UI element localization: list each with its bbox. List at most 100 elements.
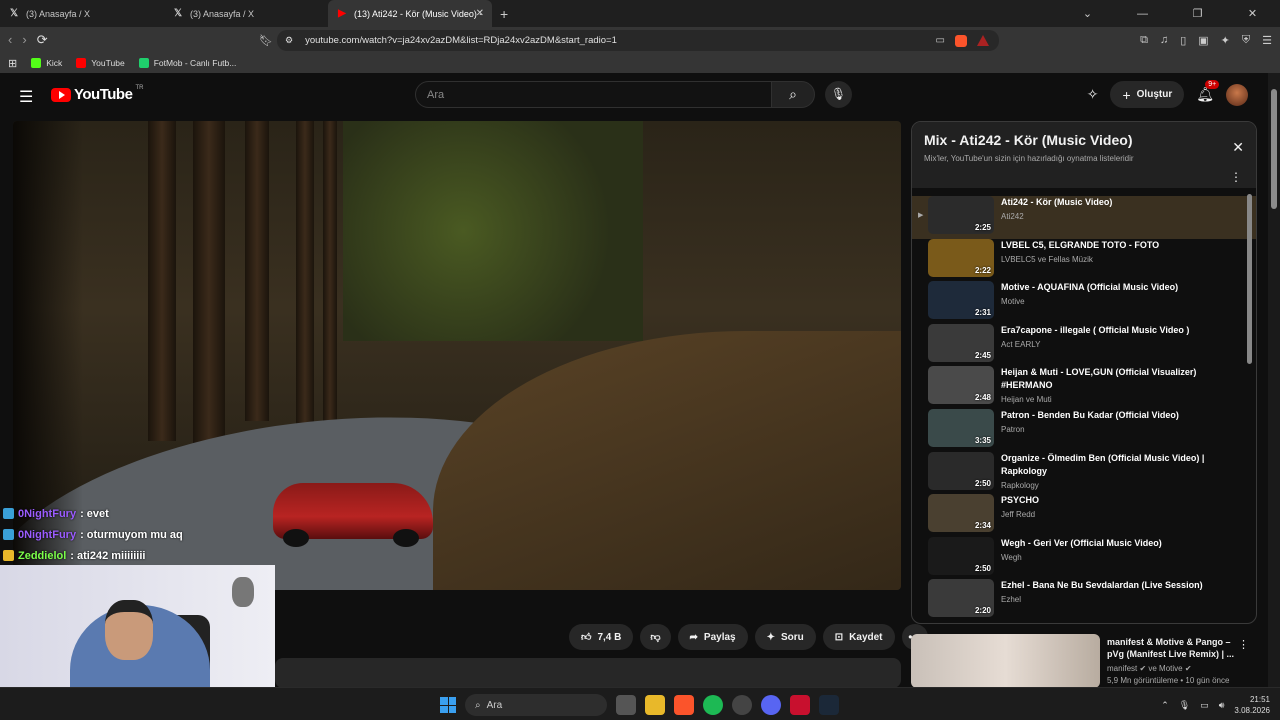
- brave-shield-icon[interactable]: [955, 34, 967, 47]
- playlist-item[interactable]: 2:50 Wegh - Geri Ver (Official Music Vide…: [912, 536, 1256, 580]
- close-icon[interactable]: ✕: [1232, 139, 1244, 156]
- bookmark-youtube[interactable]: YouTube: [76, 58, 125, 68]
- close-icon[interactable]: ✕: [476, 8, 484, 19]
- wallet-icon[interactable]: ▣: [1198, 34, 1208, 47]
- playlist-item-title[interactable]: Era7capone - illegale ( Official Music V…: [1001, 324, 1241, 337]
- discord-icon[interactable]: [761, 695, 781, 715]
- reload-icon[interactable]: ⟳: [37, 32, 48, 48]
- voice-search-button[interactable]: 🎙︎: [825, 81, 852, 108]
- save-button[interactable]: ⊡ Kaydet: [822, 624, 895, 650]
- playlist-title[interactable]: Mix - Ati242 - Kör (Music Video): [924, 132, 1244, 148]
- site-info-icon[interactable]: ⚙: [285, 35, 293, 46]
- recommended-video[interactable]: manifest & Motive & Pango – pVg (Manifes…: [911, 634, 1257, 688]
- network-icon[interactable]: ▭: [1200, 700, 1209, 711]
- dislike-button[interactable]: 👎︎: [640, 624, 671, 650]
- playlist-thumbnail[interactable]: 2:50: [928, 536, 994, 575]
- playlist-item[interactable]: 3:35 Patron - Benden Bu Kadar (Official V…: [912, 408, 1256, 452]
- minimize-icon[interactable]: —: [1115, 8, 1170, 20]
- playlist-thumbnail[interactable]: 2:48: [928, 366, 994, 405]
- restore-icon[interactable]: ❐: [1170, 7, 1225, 20]
- new-tab-button[interactable]: +: [500, 6, 508, 22]
- playlist-item[interactable]: 2:34 PSYCHO Jeff Redd: [912, 494, 1256, 537]
- playlist-item-title[interactable]: Motive - AQUAFINA (Official Music Video): [1001, 281, 1241, 294]
- playlist-item[interactable]: 2:50 Organize - Ölmedim Ben (Official Mus…: [912, 451, 1256, 495]
- volume-icon[interactable]: 🔊︎: [1219, 700, 1225, 711]
- playlist-item-title[interactable]: Organize - Ölmedim Ben (Official Music V…: [1001, 452, 1241, 478]
- chevron-up-icon[interactable]: ⌃: [1161, 700, 1169, 711]
- scroll-thumb[interactable]: [1247, 194, 1252, 364]
- sidebar-icon[interactable]: ▯: [1180, 34, 1186, 47]
- bookmark-kick[interactable]: Kick: [31, 58, 62, 68]
- microphone-icon[interactable]: 🎙︎: [1179, 700, 1190, 711]
- playlist-thumbnail[interactable]: 2:34: [928, 494, 994, 533]
- bookmark-fotmob[interactable]: FotMob - Canlı Futb...: [138, 58, 236, 68]
- share-button[interactable]: ➦ Paylaş: [677, 624, 748, 650]
- playlist-item-title[interactable]: PSYCHO: [1001, 494, 1241, 507]
- cast-icon[interactable]: ▭: [936, 35, 945, 46]
- url-field[interactable]: ⚙ youtube.com/watch?v=ja24xv2azDM&list=R…: [277, 30, 999, 51]
- spotify-icon[interactable]: [703, 695, 723, 715]
- vpn-icon[interactable]: ⛨: [1242, 34, 1250, 47]
- description-box[interactable]: [275, 658, 901, 688]
- playlist-thumbnail[interactable]: 2:45: [928, 323, 994, 362]
- taskbar-search[interactable]: ⌕ Ara: [465, 694, 607, 716]
- playlist-thumbnail[interactable]: 2:22: [928, 238, 994, 277]
- page-scrollbar[interactable]: [1268, 73, 1280, 687]
- playlist-item-title[interactable]: LVBEL C5, ELGRANDE TOTO - FOTO: [1001, 239, 1241, 252]
- extensions-icon[interactable]: ⧉: [1140, 34, 1148, 47]
- premium-icon[interactable]: ✧: [1087, 86, 1099, 103]
- brave-rewards-icon[interactable]: [977, 35, 989, 46]
- playlist-item-title[interactable]: Ati242 - Kör (Music Video): [1001, 196, 1241, 209]
- ask-button[interactable]: ✦ Soru: [754, 624, 816, 650]
- steam-icon[interactable]: [819, 695, 839, 715]
- playlist-item[interactable]: 2:48 Heijan & Muti - LOVE,GUN (Official V…: [912, 366, 1256, 409]
- playlist-item-title[interactable]: Ezhel - Bana Ne Bu Sevdalardan (Live Ses…: [1001, 579, 1241, 592]
- recommended-channel[interactable]: manifest ✔ ve Motive ✔: [1107, 664, 1192, 673]
- notifications-button[interactable]: 🔔︎ 9+: [1196, 80, 1220, 103]
- tab-x-1[interactable]: 𝕏 (3) Anasayfa / X: [0, 0, 164, 27]
- playlist-item[interactable]: 2:31 Motive - AQUAFINA (Official Music Vi…: [912, 281, 1256, 324]
- close-window-icon[interactable]: ✕: [1225, 7, 1280, 20]
- brave-browser-icon[interactable]: [674, 695, 694, 715]
- playlist-item[interactable]: 2:45 Era7capone - illegale ( Official Mus…: [912, 323, 1256, 367]
- file-explorer-icon[interactable]: [645, 695, 665, 715]
- search-input[interactable]: Ara: [415, 81, 772, 108]
- playlist-item-title[interactable]: Heijan & Muti - LOVE,GUN (Official Visua…: [1001, 366, 1241, 392]
- leo-icon[interactable]: ✦: [1221, 34, 1230, 47]
- playlist-item-title[interactable]: Patron - Benden Bu Kadar (Official Video…: [1001, 409, 1241, 422]
- playlist-item-title[interactable]: Wegh - Geri Ver (Official Music Video): [1001, 537, 1241, 550]
- like-button[interactable]: 👍︎ 7,4 B: [569, 624, 634, 650]
- recommended-title[interactable]: manifest & Motive & Pango – pVg (Manifes…: [1107, 636, 1237, 660]
- youtube-logo[interactable]: YouTube TR: [51, 85, 143, 103]
- playlist-item[interactable]: 2:22 LVBEL C5, ELGRANDE TOTO - FOTO LVBELC…: [912, 238, 1256, 282]
- playlist-item[interactable]: ▶ 2:25 Ati242 - Kör (Music Video) Ati242: [912, 196, 1256, 239]
- more-vert-icon[interactable]: ⋮: [1230, 170, 1242, 184]
- clock[interactable]: 21:51 3.08.2026: [1234, 694, 1270, 716]
- hamburger-menu-icon[interactable]: ☰: [19, 87, 33, 107]
- task-view-icon[interactable]: [616, 695, 636, 715]
- windows-start-icon[interactable]: [440, 697, 456, 713]
- playlist-scrollbar[interactable]: [1247, 194, 1252, 623]
- playlist-thumbnail[interactable]: 2:50: [928, 451, 994, 490]
- forward-icon[interactable]: ›: [22, 32, 26, 48]
- apps-icon[interactable]: ⊞: [8, 57, 17, 70]
- playlist-thumbnail[interactable]: 3:35: [928, 408, 994, 447]
- app-icon[interactable]: [790, 695, 810, 715]
- playlist-thumbnail[interactable]: 2:20: [928, 579, 994, 618]
- menu-icon[interactable]: ☰: [1262, 34, 1272, 47]
- chevron-down-icon[interactable]: ⌄: [1060, 7, 1115, 20]
- media-icon[interactable]: ♫: [1160, 34, 1168, 47]
- playlist-thumbnail[interactable]: 2:31: [928, 281, 994, 320]
- back-icon[interactable]: ‹: [8, 32, 12, 48]
- create-button[interactable]: + Oluştur: [1110, 81, 1185, 108]
- avatar[interactable]: [1226, 83, 1248, 106]
- playlist-thumbnail[interactable]: 2:25: [928, 196, 994, 234]
- tab-x-2[interactable]: 𝕏 (3) Anasayfa / X: [164, 0, 328, 27]
- tab-youtube[interactable]: ▶ (13) Ati242 - Kör (Music Video) - ✕: [328, 0, 492, 27]
- steam-notify-icon[interactable]: [732, 695, 752, 715]
- scroll-thumb[interactable]: [1271, 89, 1277, 209]
- recommended-thumbnail[interactable]: [911, 634, 1100, 688]
- playlist-item[interactable]: 2:20 Ezhel - Bana Ne Bu Sevdalardan (Live…: [912, 579, 1256, 622]
- search-button[interactable]: ⌕: [771, 81, 815, 108]
- bookmark-icon[interactable]: 🔖︎: [259, 34, 273, 47]
